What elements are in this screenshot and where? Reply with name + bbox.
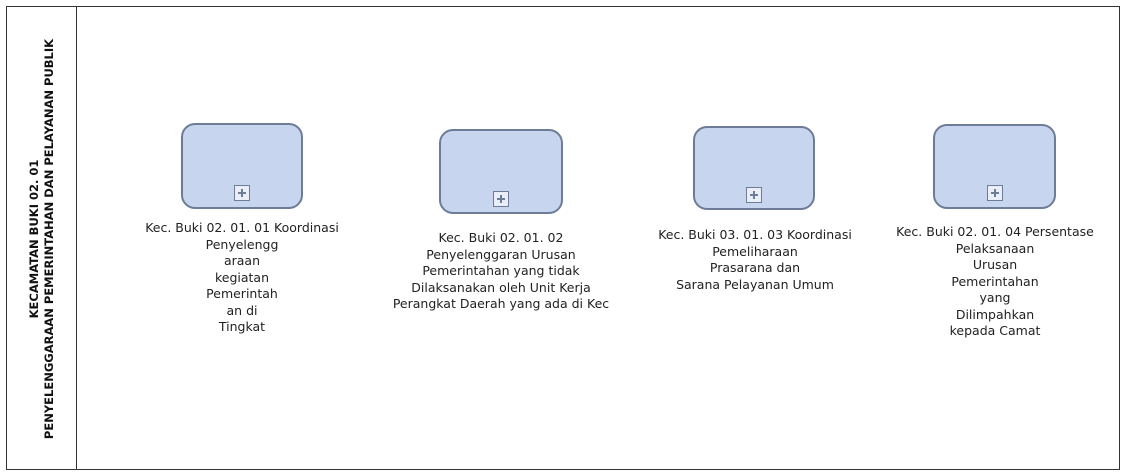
task-label: Kec. Buki 02. 01. 04 Persentase Pelaksan… [896,224,1094,338]
plus-square-icon[interactable] [746,187,762,203]
task-label: Kec. Buki 02. 01. 01 Koordinasi Penyelen… [145,220,339,334]
lane-title-line1: KECAMATAN BUKI 02. 01 [27,159,41,319]
subprocess-box[interactable] [439,129,563,214]
plus-square-icon[interactable] [493,191,509,207]
subprocess-box[interactable] [181,123,303,209]
lane-title: KECAMATAN BUKI 02. 01 PENYELENGGARAAN PE… [27,9,57,469]
plus-square-icon[interactable] [987,185,1003,201]
task-label: Kec. Buki 02. 01. 02 Penyelenggaran Urus… [392,230,610,311]
plus-square-icon[interactable] [234,185,250,201]
task-label: Kec. Buki 03. 01. 03 Koordinasi Pemeliha… [658,227,852,292]
lane-title-line2: PENYELENGGARAAN PEMERINTAHAN DAN PELAYAN… [42,38,56,440]
subprocess-box[interactable] [693,126,815,210]
subprocess-box[interactable] [933,124,1056,209]
lane-header[interactable]: KECAMATAN BUKI 02. 01 PENYELENGGARAAN PE… [7,7,77,469]
